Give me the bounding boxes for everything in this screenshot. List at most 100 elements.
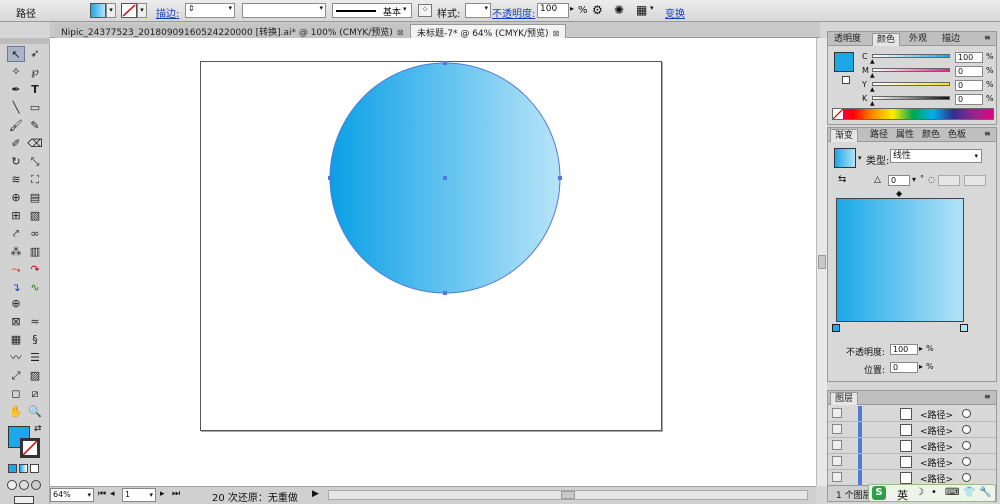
direct-selection-tool-icon[interactable]: ➶ [26,46,44,62]
hand-tool-icon[interactable]: ✋ [7,404,25,420]
panel-menu-icon[interactable]: ≡ [984,392,991,401]
channel-value-field[interactable]: 0 [955,80,983,91]
close-icon[interactable]: ⊠ [553,29,560,38]
page-field[interactable]: 1 ▾ [122,488,156,502]
reshape-tool-icon[interactable]: ∿ [26,280,44,296]
tab-color[interactable]: 颜色 [872,33,901,46]
layer-row[interactable]: <路径> [828,438,996,454]
gradient-tool-icon[interactable]: ▧ [26,208,44,224]
zigzag-tool-icon[interactable]: 〰 [7,350,25,366]
pencil-tool-icon[interactable]: ✎ [26,118,44,134]
visibility-toggle[interactable] [832,456,842,466]
stroke-label[interactable]: 描边: [156,5,179,20]
opacity-label[interactable]: 不透明度: [492,5,535,20]
scrollbar-thumb[interactable] [561,491,575,499]
wrench-icon[interactable]: 🔧 [979,487,991,498]
ime-logo-icon[interactable]: S [872,486,886,500]
slider-handle-icon[interactable]: ▲ [870,100,875,107]
status-menu-icon[interactable]: ▶ [312,489,319,499]
channel-value-field[interactable]: 0 [955,66,983,77]
visibility-toggle[interactable] [832,408,842,418]
chevron-down-icon[interactable]: ▾ [858,154,862,162]
warp-tool-icon[interactable]: ≋ [7,172,25,188]
perspective-grid-tool-icon[interactable]: ▤ [26,190,44,206]
layer-row[interactable]: <路径> [828,454,996,470]
none-mode-icon[interactable] [30,464,39,473]
stroke-color-box[interactable] [20,438,40,458]
fill-dropdown-arrow[interactable]: ▾ [106,3,116,18]
opacity-field[interactable]: 100 [537,3,569,18]
moon-icon[interactable]: ☽ [915,487,924,498]
none-swatch[interactable] [832,108,844,120]
out-of-gamut-icon[interactable] [842,76,850,84]
symbol-sprayer-tool-icon[interactable]: ⁂ [7,244,25,260]
tab-stroke[interactable]: 描边 [938,33,964,46]
punctuation-icon[interactable]: • [931,487,937,498]
target-circle-icon[interactable] [962,457,971,466]
slider-handle-icon[interactable]: ▲ [870,86,875,93]
panel-menu-icon[interactable]: ≡ [984,129,991,138]
layer-row[interactable]: <路径> [828,422,996,438]
ime-toolbar[interactable]: S 英 ☽ • ⌨ 👕 🔧 [868,484,996,502]
layer-row[interactable]: <路径> [828,406,996,422]
tab-swatches[interactable]: 色板 [944,129,970,142]
reverse-gradient-icon[interactable]: ⇆ [838,174,846,185]
channel-slider[interactable] [872,96,950,100]
table-tool-icon[interactable]: ▦ [7,332,25,348]
scale-tool-icon[interactable]: ⤡ [26,154,44,170]
envelope-tool-icon[interactable]: ⊠ [7,314,25,330]
anchor-convert-tool-icon[interactable]: ⤳ [7,262,25,278]
rectangle-tool-icon[interactable]: ▭ [26,100,44,116]
gradient-circle-artwork[interactable] [320,55,570,305]
horizontal-scrollbar[interactable] [328,490,808,500]
stop-position-field[interactable]: 0 [890,362,918,373]
anchor-point-bottom[interactable] [443,291,447,295]
line-tool-icon[interactable]: ╲ [7,100,25,116]
graphic-style-field[interactable]: ▾ [465,3,491,18]
eraser-tool-icon[interactable]: ⌫ [26,136,44,152]
recolor-artwork-icon[interactable]: ⚙ [592,3,603,17]
angle-dropdown-arrow[interactable]: ▾ [912,175,916,184]
document-tab-untitled-7[interactable]: 未标题-7* @ 64% (CMYK/预览) ⊠ [410,24,567,39]
gradient-thumbnail[interactable] [834,148,856,168]
visibility-toggle[interactable] [832,472,842,482]
stroke-weight-field[interactable]: ⇕ ▾ [185,3,235,18]
gradient-stop-left[interactable] [832,324,840,332]
free-transform-tool-icon[interactable]: ⛶ [26,172,44,188]
zoom-field[interactable]: 64% ▾ [50,488,94,502]
scrollbar-thumb[interactable] [818,255,826,269]
channel-slider[interactable] [872,68,950,72]
opacity-dropdown-arrow[interactable]: ▸ [919,344,923,353]
slider-handle-icon[interactable]: ▲ [870,72,875,79]
target-circle-icon[interactable] [962,473,971,482]
tab-color-2[interactable]: 颜色 [918,129,944,142]
variable-width-field[interactable]: ▾ [242,3,326,18]
stroke-none-swatch[interactable] [121,3,137,18]
tab-attributes[interactable]: 属性 [892,129,918,142]
align-lines-tool-icon[interactable]: ☰ [26,350,44,366]
magic-wand-tool-icon[interactable]: ✧ [7,64,25,80]
blend-tool-icon[interactable]: ∞ [26,226,44,242]
channel-slider[interactable] [872,82,950,86]
type-tool-icon[interactable]: T [26,82,44,98]
slider-handle-icon[interactable]: ▲ [870,58,875,65]
draw-inside-icon[interactable] [31,480,41,490]
draw-normal-icon[interactable] [7,480,17,490]
gradient-mode-icon[interactable] [19,464,28,473]
pen-tool-icon[interactable]: ✒ [7,82,25,98]
panel-menu-icon[interactable]: ≡ [984,33,991,42]
chevron-down-icon[interactable]: ▾ [650,4,654,12]
draw-behind-icon[interactable] [19,480,29,490]
column-graph-tool-icon[interactable]: ▥ [26,244,44,260]
target-circle-icon[interactable] [962,409,971,418]
artboard-tool-icon[interactable]: ◻ [7,386,25,402]
channel-value-field[interactable]: 0 [955,94,983,105]
curvature-tool-icon[interactable]: ↷ [26,262,44,278]
tab-layers[interactable]: 图层 [830,392,859,405]
tab-transparency[interactable]: 透明度 [830,33,865,46]
twirl-tool-icon[interactable]: § [26,332,44,348]
target-circle-icon[interactable] [962,425,971,434]
gradient-stop-right[interactable] [960,324,968,332]
lasso-tool-icon[interactable]: ℘ [26,64,44,80]
anchor-point-right[interactable] [558,176,562,180]
